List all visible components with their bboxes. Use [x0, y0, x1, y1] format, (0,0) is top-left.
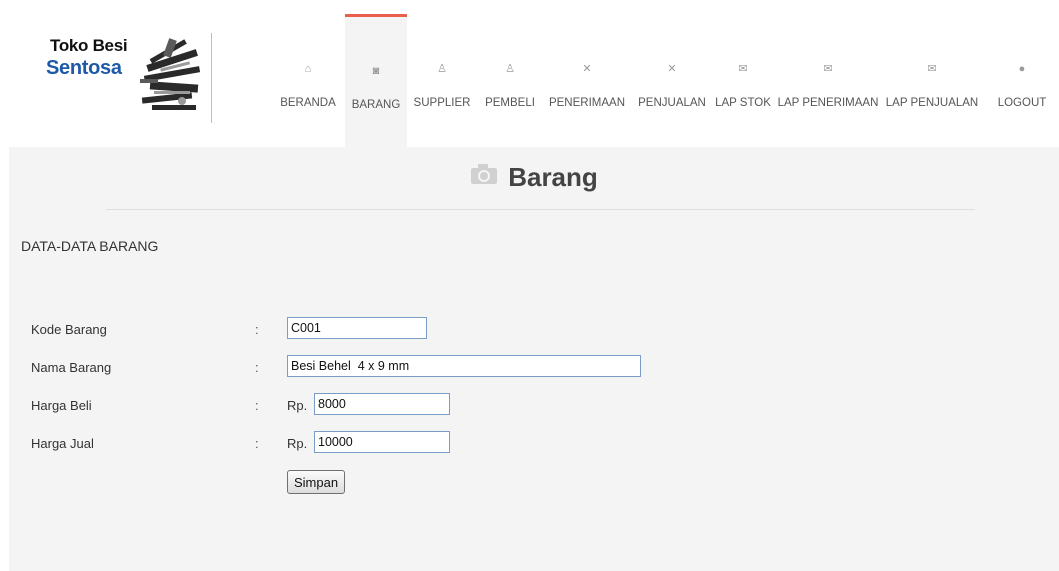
nav-lap-penjualan[interactable]: ✉ LAP PENJUALAN [883, 15, 981, 147]
nav-label-barang: BARANG [351, 99, 401, 111]
envelope-icon: ✉ [823, 63, 833, 75]
harga-beli-input[interactable] [314, 393, 450, 415]
page-title: Barang [508, 162, 598, 192]
harga-jual-prefix: Rp. [287, 436, 308, 451]
nav-barang[interactable]: ◙ BARANG [345, 14, 407, 149]
nama-barang-label: Nama Barang [31, 360, 112, 375]
tools-icon: ✕ [582, 63, 592, 75]
chat-icon: ● [1018, 63, 1026, 75]
envelope-icon: ✉ [927, 63, 937, 75]
camera-icon: ◙ [372, 65, 380, 77]
header: Toko Besi Sentosa ⌂ BERANDA ◙ BARANG ♙ S… [0, 0, 1059, 149]
kode-barang-label: Kode Barang [31, 322, 107, 337]
colon: : [255, 398, 259, 413]
nav-label-lap-stok: LAP STOK [715, 97, 771, 109]
steel-bars-icon [140, 38, 201, 110]
home-icon: ⌂ [304, 63, 312, 75]
colon: : [255, 322, 259, 337]
nav-penjualan[interactable]: ✕ PENJUALAN [632, 15, 712, 147]
envelope-icon: ✉ [738, 63, 748, 75]
nav-label-lap-penjualan: LAP PENJUALAN [885, 97, 979, 109]
simpan-button[interactable]: Simpan [287, 470, 346, 494]
nav-lap-stok[interactable]: ✉ LAP STOK [713, 15, 773, 147]
harga-beli-prefix: Rp. [287, 398, 308, 413]
nav-label-logout: LOGOUT [997, 97, 1047, 109]
nav-pembeli[interactable]: ♙ PEMBELI [478, 15, 542, 147]
camera-icon [470, 161, 498, 192]
brand-line1: Toko Besi [50, 36, 128, 55]
nav-penerimaan[interactable]: ✕ PENERIMAAN [544, 15, 630, 147]
nama-barang-input[interactable] [287, 355, 641, 377]
nav-label-pembeli: PEMBELI [485, 97, 535, 109]
nav-beranda[interactable]: ⌂ BERANDA [272, 15, 344, 147]
section-heading: DATA-DATA BARANG [21, 238, 159, 254]
colon: : [255, 360, 259, 375]
user-icon: ♙ [437, 63, 447, 75]
nav-label-lap-penerimaan: LAP PENERIMAAN [777, 97, 879, 109]
harga-beli-label: Harga Beli [31, 398, 92, 413]
nav-label-supplier: SUPPLIER [413, 97, 471, 109]
nav-supplier[interactable]: ♙ SUPPLIER [408, 15, 476, 147]
content-area: Barang DATA-DATA BARANG Kode Barang : Na… [9, 147, 1059, 571]
tools-icon: ✕ [667, 63, 677, 75]
nav-label-penjualan: PENJUALAN [638, 97, 706, 109]
logo[interactable]: Toko Besi Sentosa [33, 33, 212, 123]
brand-line2: Sentosa [46, 57, 122, 79]
nav-label-beranda: BERANDA [280, 97, 336, 109]
harga-jual-label: Harga Jual [31, 436, 94, 451]
page-title-row: Barang [9, 162, 1059, 195]
user-icon: ♙ [505, 63, 515, 75]
nav-logout[interactable]: ● LOGOUT [992, 15, 1052, 147]
harga-jual-input[interactable] [314, 431, 450, 453]
nav-lap-penerimaan[interactable]: ✉ LAP PENERIMAAN [775, 15, 881, 147]
title-divider [106, 209, 975, 210]
nav-label-penerimaan: PENERIMAAN [548, 97, 626, 109]
kode-barang-input[interactable] [287, 317, 427, 339]
colon: : [255, 436, 259, 451]
